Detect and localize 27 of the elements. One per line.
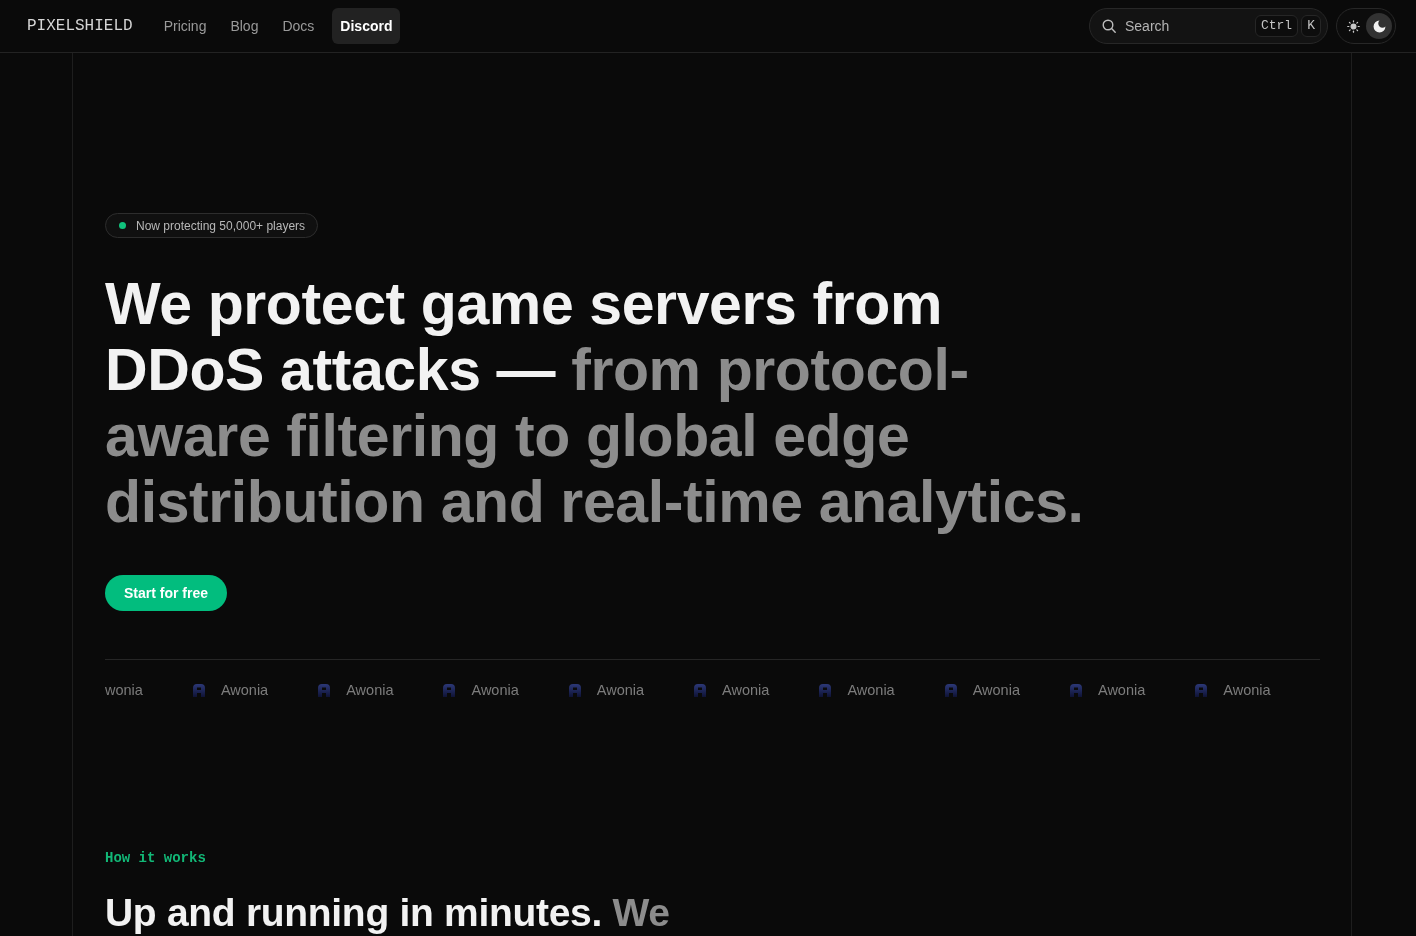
logo[interactable]: PIXELSHIELD bbox=[27, 17, 133, 35]
client-name: Awonia bbox=[1097, 682, 1146, 698]
nav-link[interactable]: Pricing bbox=[154, 8, 216, 44]
moon-icon bbox=[1372, 19, 1386, 33]
section-heading: Up and running in minutes. We bbox=[105, 890, 671, 936]
client-name: wonia bbox=[105, 682, 143, 698]
client-name: Awonia bbox=[596, 682, 645, 698]
client-name: Awonia bbox=[722, 682, 770, 698]
client-name: Awonia bbox=[1223, 682, 1271, 698]
client-name: Awonia bbox=[346, 682, 394, 698]
shortcut-key: K bbox=[1301, 15, 1321, 37]
client-name: Awonia bbox=[471, 682, 519, 698]
search-button[interactable]: Search Ctrl K bbox=[1089, 8, 1328, 44]
nav-link[interactable]: Blog bbox=[221, 8, 268, 44]
client-name: Awonia bbox=[847, 682, 895, 698]
hero-headline: We protect game servers from DDoS attacks — from protocol-aware filtering to global edge distribution and real-time analytics. bbox=[105, 271, 1085, 535]
search-icon bbox=[1102, 19, 1116, 33]
sun-icon bbox=[1346, 19, 1360, 33]
nav-link[interactable]: Discord bbox=[332, 8, 401, 44]
shortcut-key: Ctrl bbox=[1254, 15, 1299, 37]
client-name: Awonia bbox=[220, 682, 269, 698]
section-eyebrow: How it works bbox=[105, 850, 207, 866]
dark-mode-button[interactable] bbox=[1366, 13, 1392, 39]
badge-text: Now protecting 50,000+ players bbox=[136, 218, 306, 233]
status-dot-icon bbox=[119, 222, 126, 229]
nav-link[interactable]: Docs bbox=[273, 8, 324, 44]
client-name: Awonia bbox=[972, 682, 1020, 698]
